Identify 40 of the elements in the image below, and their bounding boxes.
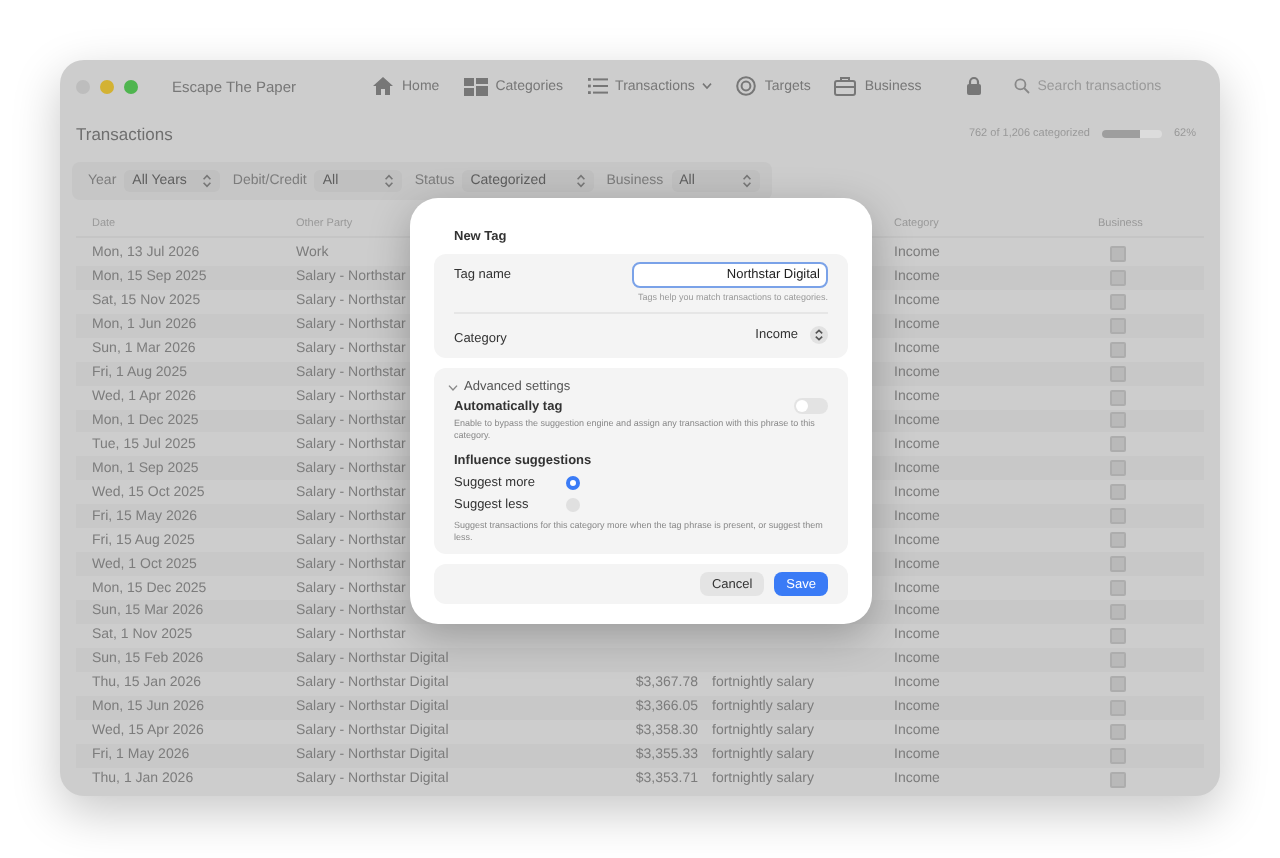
minimize-button[interactable] [100,79,114,93]
auto-tag-switch[interactable] [794,398,828,414]
business-checkbox[interactable] [1110,436,1126,453]
business-checkbox[interactable] [1110,675,1126,692]
business-checkbox[interactable] [1110,580,1126,597]
business-checkbox[interactable] [1110,317,1126,334]
target-icon [736,76,757,96]
business-checkbox[interactable] [1110,389,1126,406]
business-checkbox[interactable] [1110,723,1126,740]
stepper-icon [741,174,752,188]
business-checkbox[interactable] [1110,627,1126,644]
house-icon [372,76,394,96]
business-checkbox[interactable] [1110,341,1126,358]
business-checkbox[interactable] [1110,293,1126,310]
business-checkbox[interactable] [1110,484,1126,501]
business-checkbox[interactable] [1110,556,1126,573]
business-checkbox[interactable] [1110,532,1126,549]
radio-button[interactable] [566,475,580,490]
chevron-down-icon [702,82,713,90]
business-checkbox[interactable] [1110,603,1126,620]
business-checkbox[interactable] [1110,412,1126,429]
business-checkbox[interactable] [1110,747,1126,764]
stepper-icon [384,174,395,188]
stepper-icon [576,174,587,188]
search-icon [1013,78,1030,94]
business-checkbox[interactable] [1110,365,1126,382]
business-checkbox[interactable] [1110,651,1126,668]
business-checkbox[interactable] [1110,699,1126,716]
page-title: Transactions [76,124,173,144]
list-icon [587,78,608,94]
stepper-icon [810,326,828,344]
grid-icon [463,77,488,95]
zoom-button[interactable] [124,79,138,93]
business-checkbox[interactable] [1110,460,1126,477]
briefcase-icon [834,76,857,96]
business-checkbox[interactable] [1110,508,1126,525]
business-checkbox[interactable] [1110,269,1126,286]
stepper-icon [202,174,213,188]
business-checkbox[interactable] [1110,771,1126,788]
business-checkbox[interactable] [1110,245,1126,262]
